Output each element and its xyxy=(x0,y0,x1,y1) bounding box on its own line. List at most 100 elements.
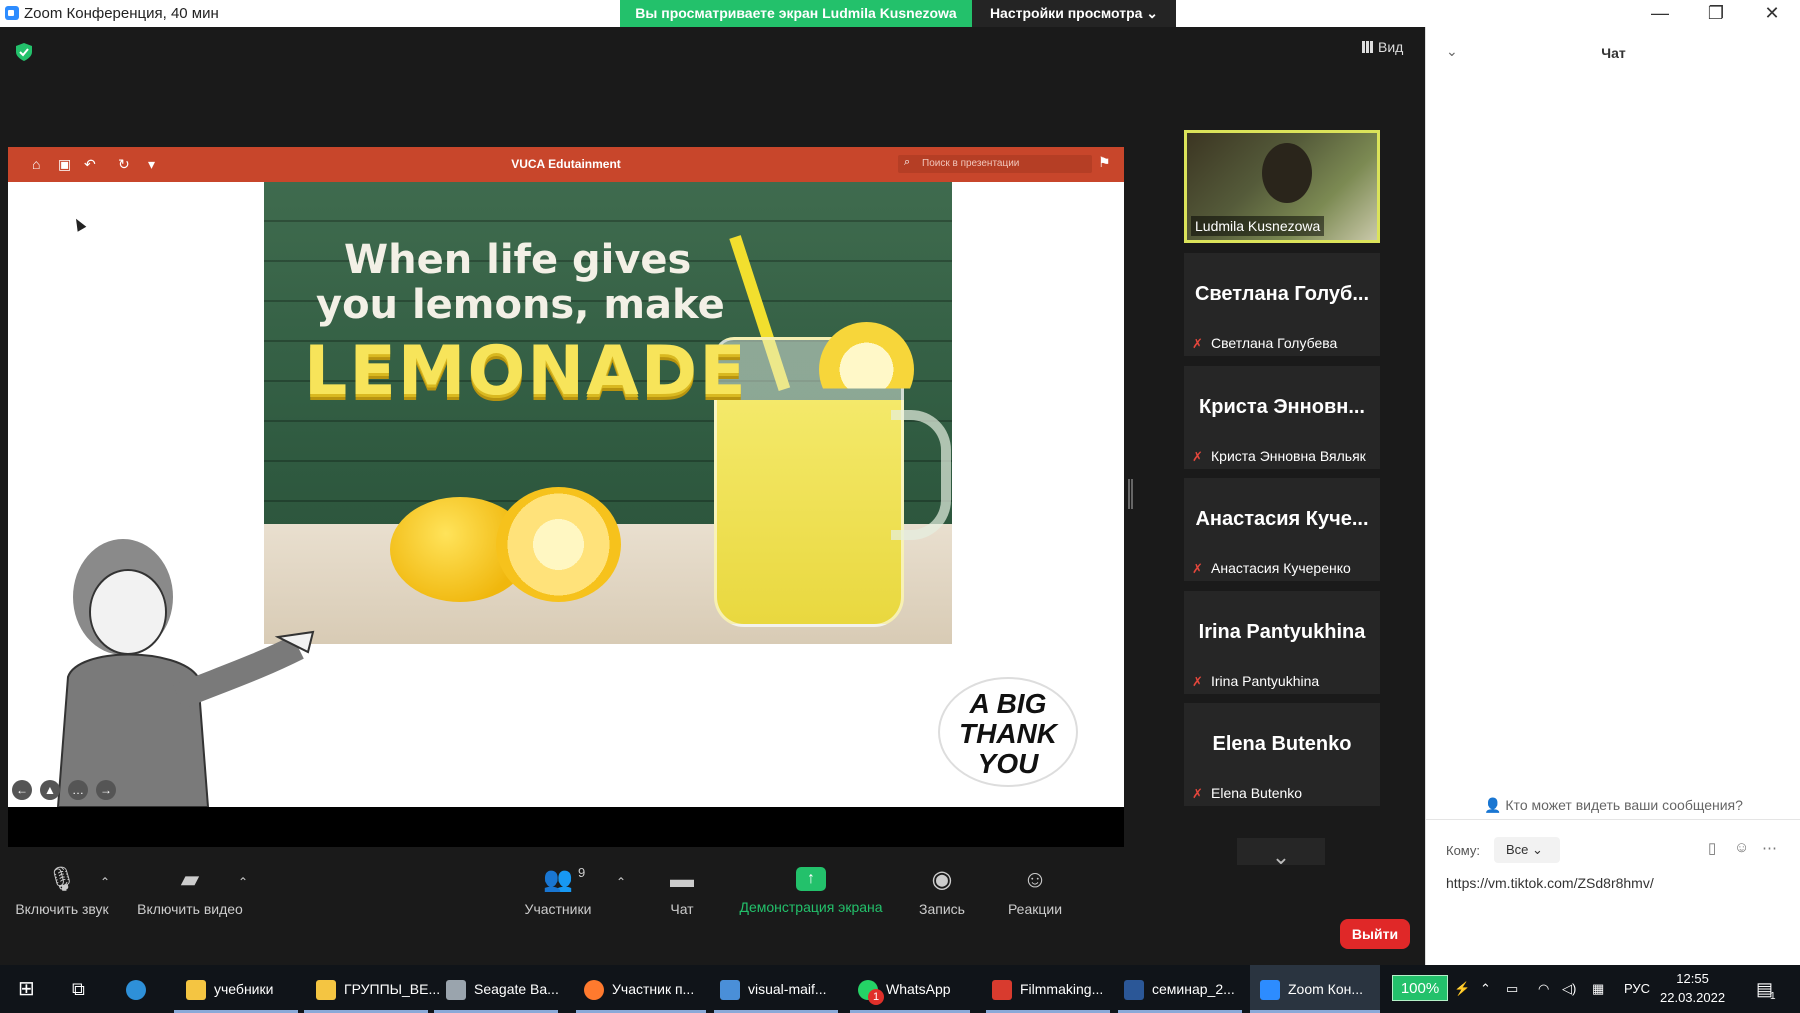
view-options-button[interactable]: Настройки просмотра ⌄ xyxy=(972,0,1176,27)
presenter-icon[interactable]: ⚑ xyxy=(1098,154,1114,170)
taskbar-item[interactable]: Zoom Кон... xyxy=(1250,965,1380,1013)
participant-tile[interactable]: Светлана Голуб... ✗ Светлана Голубева xyxy=(1184,253,1380,356)
mouse-cursor-icon xyxy=(71,216,87,232)
minimize-button[interactable]: — xyxy=(1632,0,1688,27)
grid-icon xyxy=(1362,41,1374,53)
presentation-toolbar: ⌂ ▣ ↶ ↻ ▾ VUCA Edutainment ⌕ Поиск в пре… xyxy=(8,147,1124,182)
window-title: Zoom Конференция, 40 мин xyxy=(24,5,219,22)
participant-display-name: Светлана Голуб... xyxy=(1194,283,1370,305)
record-button[interactable]: ◉ Запись xyxy=(912,865,972,917)
edge-icon[interactable] xyxy=(126,965,154,1013)
participants-label: Участники xyxy=(524,901,592,917)
participant-display-name: Elena Butenko xyxy=(1212,733,1352,755)
prev-slide-icon[interactable]: ← xyxy=(12,780,32,800)
participant-tile[interactable]: Анастасия Куче... ✗ Анастасия Кучеренко xyxy=(1184,478,1380,581)
language-indicator[interactable]: РУС xyxy=(1624,965,1650,1013)
notifications-icon[interactable]: ▤ xyxy=(1756,965,1773,1013)
participant-display-name: Irina Pantyukhina xyxy=(1198,621,1366,643)
taskbar-item[interactable]: ГРУППЫ_ВЕ... xyxy=(304,965,440,1013)
person-icon: 👤 xyxy=(1484,797,1506,813)
search-placeholder: Поиск в презентации xyxy=(922,158,1020,169)
who-can-see-link[interactable]: 👤 Кто может видеть ваши сообщения? xyxy=(1426,797,1800,814)
drive-icon xyxy=(446,980,466,1001)
clock-date: 22.03.2022 xyxy=(1660,990,1726,1005)
start-video-button[interactable]: ▰ Включить видео xyxy=(132,865,248,917)
wifi-icon[interactable]: ◠ xyxy=(1538,965,1549,1013)
reactions-button[interactable]: ☺ Реакции xyxy=(1003,865,1067,917)
recipient-select[interactable]: Все ⌄ xyxy=(1494,837,1560,863)
file-icon[interactable]: ▯ xyxy=(1708,839,1716,857)
participant-display-name: Криста Энновн... xyxy=(1199,396,1365,418)
mic-muted-icon: ✗ xyxy=(1192,561,1203,576)
volume-icon[interactable]: ◁) xyxy=(1562,965,1576,1013)
clock[interactable]: 12:55 22.03.2022 xyxy=(1660,969,1725,1007)
audio-options-chevron-icon[interactable]: ⌃ xyxy=(100,875,110,889)
resize-handle[interactable] xyxy=(1128,479,1133,509)
lemon-half-image xyxy=(496,487,621,602)
zoom-level-badge[interactable]: 100% xyxy=(1392,975,1448,1001)
participant-full-name: Криста Энновна Вяльяк xyxy=(1211,448,1366,464)
folder-icon xyxy=(316,980,336,1001)
close-button[interactable]: ✕ xyxy=(1744,0,1800,27)
participant-tile[interactable]: Криста Энновн... ✗ Криста Энновна Вяльяк xyxy=(1184,366,1380,469)
view-button[interactable]: Вид xyxy=(1362,39,1403,55)
slide: When life gives you lemons, make LEMONAD… xyxy=(8,182,1124,807)
participant-tile[interactable]: Irina Pantyukhina ✗ Irina Pantyukhina xyxy=(1184,591,1380,694)
shield-icon[interactable] xyxy=(16,43,32,61)
mic-muted-icon: ✗ xyxy=(1192,336,1203,351)
share-screen-icon: ↑ xyxy=(796,867,826,891)
more-icon[interactable]: ⋯ xyxy=(1762,839,1777,857)
restore-button[interactable]: ❐ xyxy=(1688,0,1744,27)
chat-label: Чат xyxy=(670,901,694,917)
pointer-icon[interactable]: ▲ xyxy=(40,780,60,800)
power-icon[interactable]: ⚡ xyxy=(1454,965,1470,1013)
network-icon[interactable]: ▦ xyxy=(1592,965,1604,1013)
video-options-chevron-icon[interactable]: ⌃ xyxy=(238,875,248,889)
share-screen-button[interactable]: ↑ Демонстрация экрана xyxy=(736,865,886,915)
taskbar-item[interactable]: Seagate Ba... xyxy=(434,965,559,1013)
taskbar-item[interactable]: Filmmaking... xyxy=(986,965,1110,1013)
chat-button[interactable]: ▬ Чат xyxy=(662,865,702,917)
reactions-label: Реакции xyxy=(1007,901,1063,917)
meeting-controls: 🎙 Включить звук ⌃ ▰ Включить видео ⌃ 👥 У… xyxy=(0,865,1425,965)
shared-screen[interactable]: ⌂ ▣ ↶ ↻ ▾ VUCA Edutainment ⌕ Поиск в пре… xyxy=(8,147,1124,847)
meet-now-icon[interactable]: ▭ xyxy=(1506,965,1518,1013)
speaker-name: Ludmila Kusnezowa xyxy=(1191,216,1325,236)
whatsapp-badge: 1 xyxy=(868,989,884,1005)
word-icon xyxy=(1124,980,1144,1001)
video-off-icon: ▰ xyxy=(180,866,200,893)
chat-icon: ▬ xyxy=(670,866,694,893)
chat-panel: ⌄ Чат 👤 Кто может видеть ваши сообщения?… xyxy=(1425,27,1800,965)
unmute-button[interactable]: 🎙 Включить звук xyxy=(10,865,114,917)
chat-message-input[interactable]: https://vm.tiktok.com/ZSd8r8hmv/ xyxy=(1446,875,1654,891)
active-speaker-video[interactable]: Ludmila Kusnezowa xyxy=(1184,130,1380,243)
show-hidden-icons-chevron-icon[interactable]: ⌃ xyxy=(1480,965,1491,1013)
participants-count: 9 xyxy=(578,865,586,880)
unmute-label: Включить звук xyxy=(15,901,109,917)
emoji-icon[interactable]: ☺ xyxy=(1734,839,1749,856)
participant-display-name: Анастасия Куче... xyxy=(1195,508,1369,530)
folder-icon xyxy=(186,980,206,1001)
taskbar-item[interactable]: visual-maif... xyxy=(714,965,838,1013)
more-options-icon[interactable]: … xyxy=(68,780,88,800)
leave-button[interactable]: Выйти xyxy=(1340,919,1410,949)
start-icon[interactable]: ⊞ xyxy=(18,965,35,1013)
taskbar-item[interactable]: Участник п... xyxy=(576,965,706,1013)
slide-heading-line2: you lemons, make xyxy=(316,282,725,328)
title-bar: Zoom Конференция, 40 мин Вы просматривае… xyxy=(0,0,1800,27)
participants-options-chevron-icon[interactable]: ⌃ xyxy=(616,875,626,889)
image-icon xyxy=(720,980,740,1001)
pdf-icon xyxy=(992,980,1012,1001)
viewing-screen-banner: Вы просматриваете экран Ludmila Kusnezow… xyxy=(620,0,972,27)
participant-tile[interactable]: Elena Butenko ✗ Elena Butenko xyxy=(1184,703,1380,806)
next-slide-icon[interactable]: → xyxy=(96,780,116,800)
taskbar-item[interactable]: семинар_2... xyxy=(1118,965,1242,1013)
task-view-icon[interactable]: ⧉ xyxy=(72,965,85,1013)
participant-full-name: Elena Butenko xyxy=(1211,785,1303,801)
mic-muted-icon: ✗ xyxy=(1192,674,1203,689)
slide-heading-lemonade: LEMONADE xyxy=(304,332,748,411)
taskbar-item[interactable]: учебники xyxy=(174,965,298,1013)
taskbar-item[interactable]: WhatsApp 1 xyxy=(850,965,970,1013)
share-screen-label: Демонстрация экрана xyxy=(739,899,883,915)
presentation-search-input[interactable]: ⌕ Поиск в презентации xyxy=(898,155,1092,173)
